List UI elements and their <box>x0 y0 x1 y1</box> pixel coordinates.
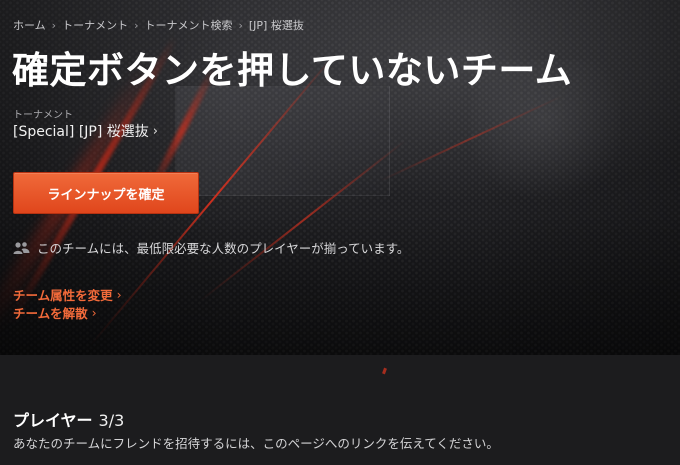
chevron-right-icon: › <box>91 305 97 320</box>
disband-team-link[interactable]: チームを解散 › <box>13 303 97 322</box>
team-status: このチームには、最低限必要な人数のプレイヤーが揃っています。 <box>13 238 409 257</box>
users-icon <box>13 241 30 255</box>
chevron-right-icon: › <box>152 123 158 139</box>
chevron-right-icon: › <box>134 18 139 32</box>
breadcrumb-tournament-search[interactable]: トーナメント検索 <box>144 17 232 33</box>
breadcrumb: ホーム › トーナメント › トーナメント検索 › [JP] 桜選抜 <box>13 17 304 33</box>
invite-instructions: あなたのチームにフレンドを招待するには、このページへのリンクを伝えてください。 <box>13 436 499 451</box>
tournament-link[interactable]: [Special] [JP] 桜選抜 › <box>13 121 158 141</box>
players-heading-title: プレイヤー <box>13 411 93 430</box>
decorative-fleck <box>382 367 387 375</box>
players-section: プレイヤー 3/3 あなたのチームにフレンドを招待するには、このページへのリンク… <box>0 355 680 465</box>
chevron-right-icon: › <box>238 18 243 32</box>
team-status-text: このチームには、最低限必要な人数のプレイヤーが揃っています。 <box>37 241 410 256</box>
breadcrumb-current-tournament[interactable]: [JP] 桜選抜 <box>249 17 304 33</box>
breadcrumb-tournaments[interactable]: トーナメント <box>62 17 128 33</box>
change-attributes-label: チーム属性を変更 <box>13 288 113 303</box>
change-attributes-link[interactable]: チーム属性を変更 › <box>13 285 122 304</box>
players-count: 3/3 <box>98 411 125 430</box>
breadcrumb-home[interactable]: ホーム <box>13 17 46 33</box>
disband-team-label: チームを解散 <box>13 306 88 321</box>
chevron-right-icon: › <box>116 287 122 302</box>
chevron-right-icon: › <box>51 18 57 32</box>
tournament-name: [Special] [JP] 桜選抜 <box>13 124 149 140</box>
players-heading: プレイヤー 3/3 <box>13 407 124 431</box>
tournament-label: トーナメント <box>13 110 73 121</box>
confirm-lineup-button[interactable]: ラインナップを確定 <box>13 172 199 214</box>
hero-banner: ホーム › トーナメント › トーナメント検索 › [JP] 桜選抜 確定ボタン… <box>0 0 680 355</box>
page-title: 確定ボタンを押していないチーム <box>12 49 573 92</box>
